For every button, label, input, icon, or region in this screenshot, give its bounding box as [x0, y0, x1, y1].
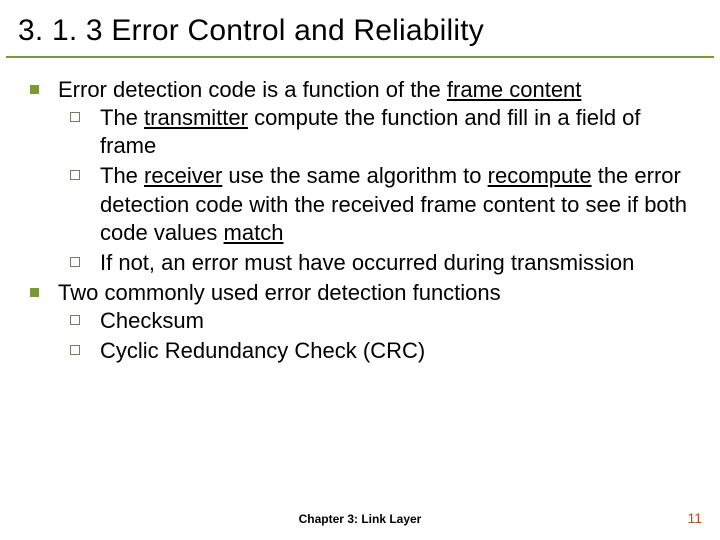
text: Checksum — [100, 308, 204, 333]
footer-center: Chapter 3: Link Layer — [0, 512, 720, 526]
sub-bullet-5: Cyclic Redundancy Check (CRC) — [64, 337, 694, 365]
bullet-list-level2: Checksum Cyclic Redundancy Check (CRC) — [58, 307, 694, 365]
sub-bullet-2: The receiver use the same algorithm to r… — [64, 162, 694, 246]
sub-bullet-4: Checksum — [64, 307, 694, 335]
sub-bullet-1: The transmitter compute the function and… — [64, 104, 694, 160]
slide-content: Error detection code is a function of th… — [0, 58, 720, 366]
text: If not, an error must have occurred duri… — [100, 250, 634, 275]
underline-text: frame content — [447, 77, 582, 102]
page-number: 11 — [687, 510, 702, 526]
slide-title: 3. 1. 3 Error Control and Reliability — [6, 0, 714, 58]
text: Two commonly used error detection functi… — [58, 280, 501, 305]
sub-bullet-3: If not, an error must have occurred duri… — [64, 249, 694, 277]
text: Cyclic Redundancy Check (CRC) — [100, 338, 425, 363]
bullet-list-level2: The transmitter compute the function and… — [58, 104, 694, 277]
text: The — [100, 105, 144, 130]
text: Error detection code is a function of th… — [58, 77, 447, 102]
slide: 3. 1. 3 Error Control and Reliability Er… — [0, 0, 720, 540]
underline-text: recompute — [488, 163, 592, 188]
bullet-item-2: Two commonly used error detection functi… — [26, 279, 694, 365]
text: use the same algorithm to — [222, 163, 487, 188]
bullet-item-1: Error detection code is a function of th… — [26, 76, 694, 277]
bullet-list-level1: Error detection code is a function of th… — [26, 76, 694, 366]
text: The — [100, 163, 144, 188]
underline-text: transmitter — [144, 105, 248, 130]
underline-text: receiver — [144, 163, 222, 188]
underline-text: match — [224, 220, 284, 245]
